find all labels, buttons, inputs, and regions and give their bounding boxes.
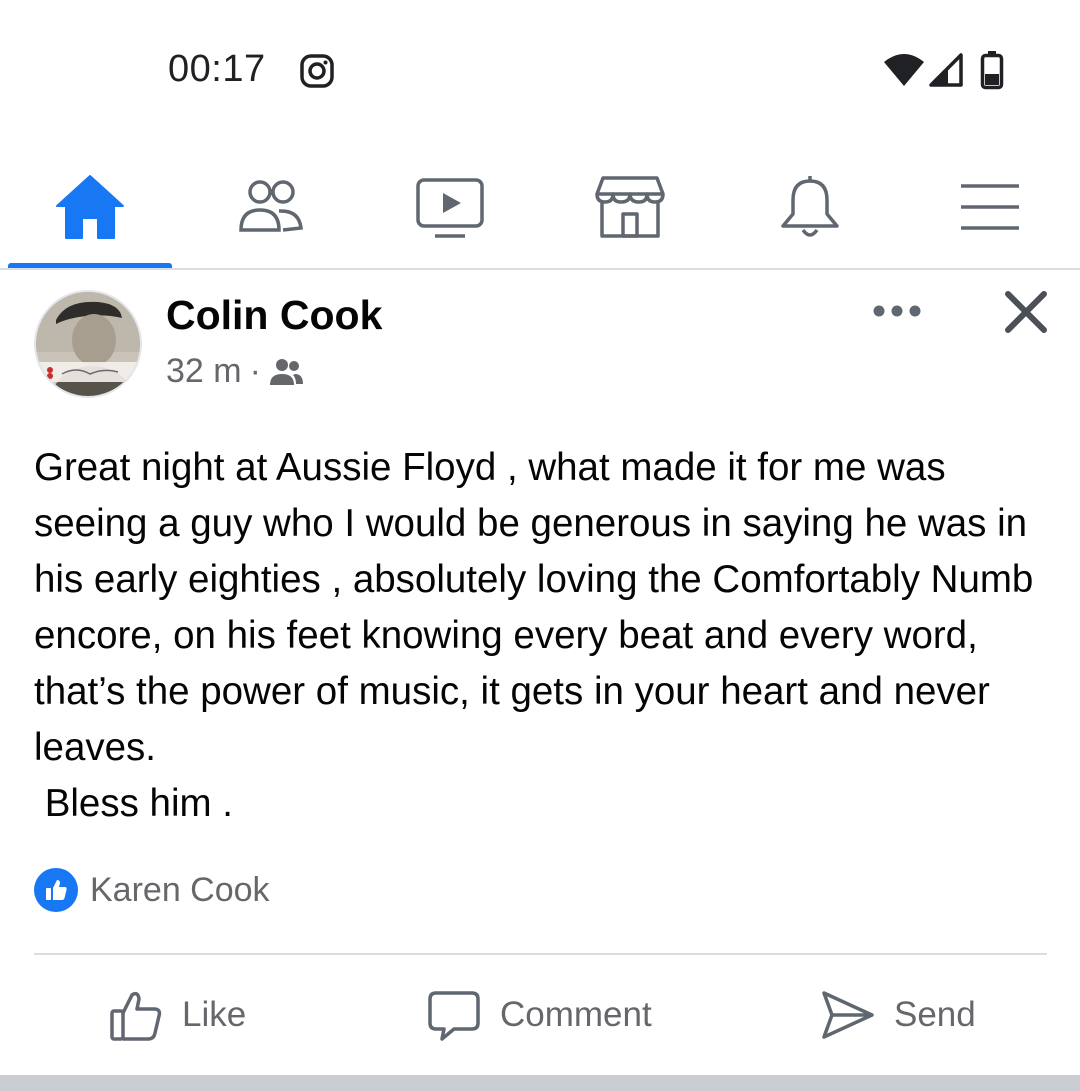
tab-marketplace[interactable] — [585, 162, 675, 252]
friends-audience-icon — [269, 358, 303, 385]
active-tab-indicator — [8, 263, 172, 268]
video-icon — [416, 178, 484, 238]
close-icon — [1005, 291, 1047, 333]
friends-icon — [239, 180, 303, 232]
tab-notifications[interactable] — [765, 162, 855, 252]
tab-home[interactable] — [45, 162, 135, 252]
hamburger-icon — [961, 184, 1019, 230]
thumbs-up-icon — [110, 991, 162, 1041]
signal-icon — [928, 52, 964, 88]
send-label: Send — [894, 995, 976, 1034]
send-button[interactable]: Send — [820, 982, 976, 1048]
avatar[interactable] — [34, 290, 142, 398]
more-options-button[interactable] — [870, 294, 924, 328]
next-post-edge — [0, 1075, 1080, 1091]
comment-label: Comment — [500, 995, 652, 1034]
comment-icon — [428, 991, 480, 1041]
reactor-names: Karen Cook — [90, 870, 270, 909]
send-icon — [822, 991, 874, 1039]
home-icon — [56, 175, 124, 239]
post-author[interactable]: Colin Cook — [166, 292, 382, 339]
like-button[interactable]: Like — [108, 982, 246, 1048]
battery-icon — [980, 50, 1004, 90]
hide-post-button[interactable] — [996, 282, 1056, 342]
tab-watch[interactable] — [405, 162, 495, 252]
bell-icon — [781, 176, 839, 237]
tab-bar — [0, 140, 1080, 270]
store-icon — [595, 176, 665, 238]
status-bar: 00:17 — [0, 0, 1080, 140]
more-icon — [873, 305, 921, 317]
tab-friends[interactable] — [225, 162, 315, 252]
tab-menu[interactable] — [945, 162, 1035, 252]
post-meta: 32 m · — [166, 352, 303, 391]
comment-button[interactable]: Comment — [426, 982, 652, 1048]
like-label: Like — [182, 995, 247, 1034]
status-time: 00:17 — [168, 48, 266, 90]
meta-separator: · — [249, 352, 261, 390]
wifi-icon — [882, 52, 926, 88]
divider — [34, 953, 1047, 955]
instagram-icon — [299, 53, 335, 89]
like-reaction-icon — [34, 868, 78, 912]
post-text: Great night at Aussie Floyd , what made … — [34, 446, 1034, 825]
post-time[interactable]: 32 m — [166, 352, 242, 391]
reactions-summary[interactable]: Karen Cook — [34, 868, 270, 912]
